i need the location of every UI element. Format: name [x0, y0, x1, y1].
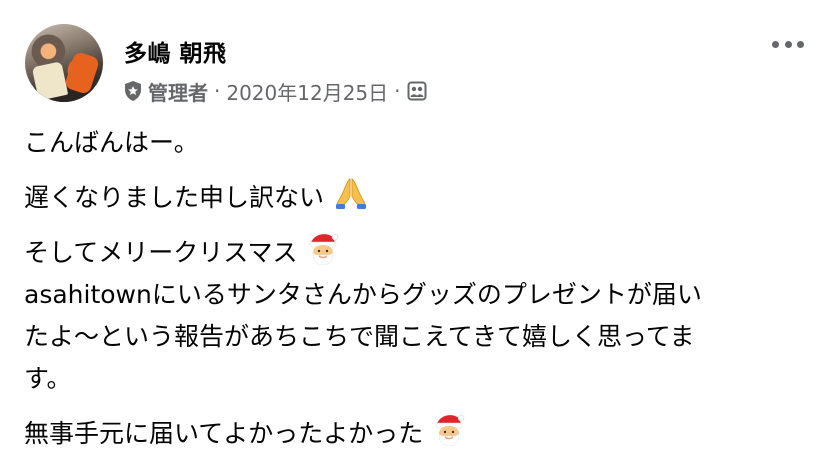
meta-separator: ·: [214, 79, 221, 103]
post-line: す。: [24, 358, 804, 400]
more-horizontal-icon: [797, 40, 804, 48]
post-line-text: こんばんはー。: [24, 128, 199, 157]
post-line: asahitownにいるサンタさんからグッズのプレゼントが届い: [24, 274, 804, 316]
post-date[interactable]: 2020年12月25日: [226, 77, 388, 106]
post-card: 多嶋 朝飛 管理者 · 2020年12月25日 · こんばんはー。 遅くなりまし…: [0, 0, 828, 452]
post-line-text: 無事手元に届いてよかったよかった: [24, 419, 424, 448]
post-line: 遅くなりました申し訳ない: [24, 176, 804, 219]
santa-emoji: [310, 233, 339, 265]
more-options-button[interactable]: [772, 38, 804, 50]
post-line: こんばんはー。: [24, 122, 804, 164]
group-photo-icon[interactable]: [407, 81, 427, 101]
avatar-photo-shirt: [31, 61, 69, 101]
post-line-text: 遅くなりました申し訳ない: [24, 183, 325, 212]
more-horizontal-icon: [784, 40, 792, 48]
shield-star-icon: [125, 81, 141, 101]
post-line: 無事手元に届いてよかったよかった: [24, 412, 804, 455]
folded-hands-emoji: [335, 178, 366, 209]
post-line-text: asahitownにいるサンタさんからグッズのプレゼントが届い: [24, 280, 702, 309]
post-body: こんばんはー。 遅くなりました申し訳ない そしてメリークリスマス asahito…: [24, 122, 804, 455]
post-line-text: す。: [24, 364, 72, 393]
author-name[interactable]: 多嶋 朝飛: [124, 34, 227, 68]
post-line: たよ〜という報告があちこちで聞こえてきて嬉しく思ってま: [24, 316, 804, 358]
post-line-text: そしてメリークリスマス: [24, 238, 298, 267]
avatar[interactable]: [25, 24, 103, 102]
post-meta: 管理者 · 2020年12月25日 ·: [124, 77, 427, 106]
post-line-text: たよ〜という報告があちこちで聞こえてきて嬉しく思ってま: [24, 322, 695, 351]
admin-role-label: 管理者: [148, 80, 208, 105]
santa-emoji: [435, 414, 465, 446]
more-horizontal-icon: [772, 40, 779, 48]
post-line: そしてメリークリスマス: [24, 231, 804, 274]
meta-separator: ·: [394, 79, 401, 103]
